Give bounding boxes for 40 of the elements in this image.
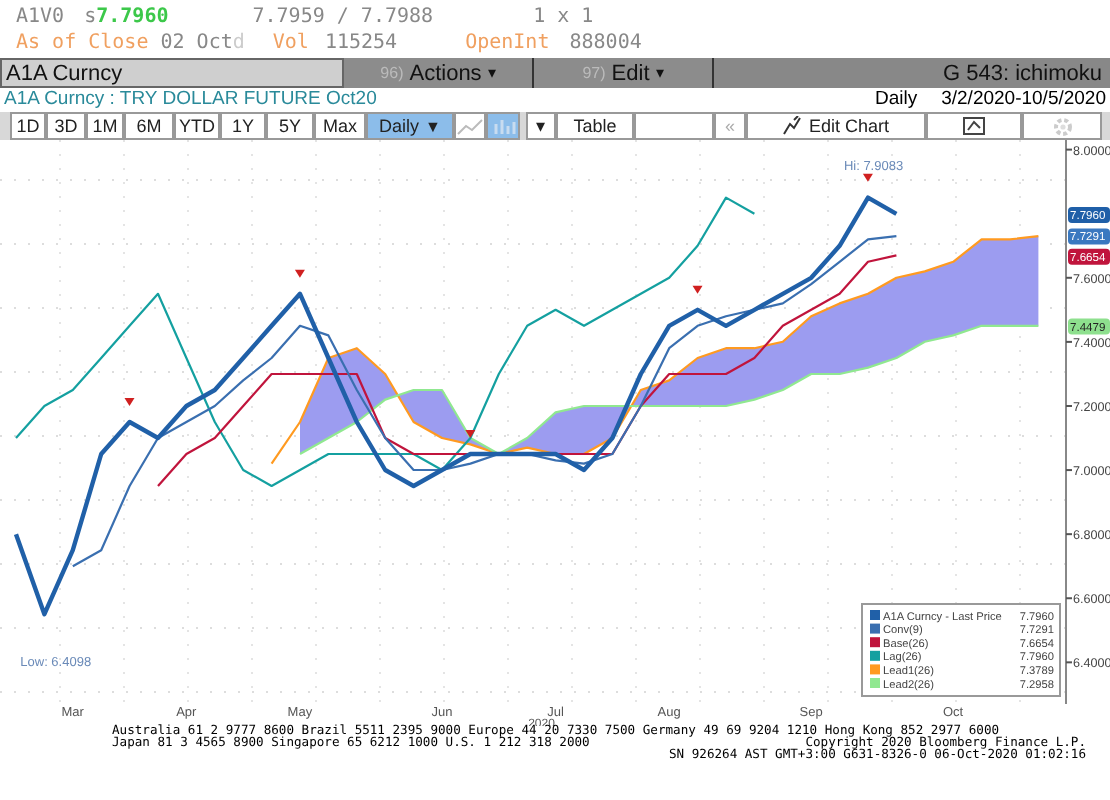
- chart-settings-icon: [962, 116, 986, 136]
- range-button[interactable]: 1Y: [220, 112, 266, 140]
- range-button[interactable]: 6M: [124, 112, 174, 140]
- marker-icon: [294, 269, 305, 278]
- close-date: 02 Oct: [160, 32, 233, 54]
- bar-chart-icon: [491, 116, 515, 136]
- toolbar-button[interactable]: [926, 112, 1022, 140]
- price-prefix: s: [84, 6, 97, 28]
- table-button[interactable]: Table: [556, 112, 634, 140]
- edit-chart-button[interactable]: Edit Chart: [746, 112, 926, 140]
- marker-icon: [124, 398, 135, 406]
- marker-icon: [862, 173, 873, 182]
- volume-label: Vol: [272, 32, 309, 54]
- range-button[interactable]: 3D: [46, 112, 86, 140]
- date-range: 3/2/2020-10/5/2020: [941, 88, 1106, 110]
- size: 1 x 1: [533, 6, 594, 28]
- range-button[interactable]: Max: [314, 112, 366, 140]
- screen-title: G 543: ichimoku: [943, 59, 1104, 88]
- frequency-label: Daily: [874, 88, 918, 110]
- dropdown-button[interactable]: ▾: [526, 112, 556, 140]
- range-button[interactable]: 1D: [10, 112, 46, 140]
- security-title: A1A Curncy : TRY DOLLAR FUTURE Oct20: [4, 88, 377, 110]
- command-field[interactable]: A1A Curncy: [0, 58, 344, 88]
- pencil-chart-icon: [782, 116, 803, 136]
- range-button[interactable]: YTD: [174, 112, 220, 140]
- open-interest-label: OpenInt: [465, 32, 550, 54]
- marker-icon: [692, 285, 703, 294]
- open-interest: 888004: [569, 32, 642, 54]
- bid-ask: 7.7959 / 7.7988: [252, 6, 434, 28]
- close-label: As of Close: [16, 32, 149, 54]
- frequency-dropdown[interactable]: Daily ▼: [366, 112, 454, 140]
- date-field[interactable]: [634, 112, 714, 140]
- marker-icon: [465, 430, 476, 439]
- volume: 115254: [324, 32, 398, 54]
- range-button[interactable]: 5Y: [266, 112, 314, 140]
- line-chart-icon: [456, 116, 484, 136]
- ticker: A1V0: [16, 6, 65, 28]
- settings-icon: [1051, 115, 1073, 137]
- range-button[interactable]: 1M: [86, 112, 124, 140]
- last-price: 7.7960: [96, 6, 169, 28]
